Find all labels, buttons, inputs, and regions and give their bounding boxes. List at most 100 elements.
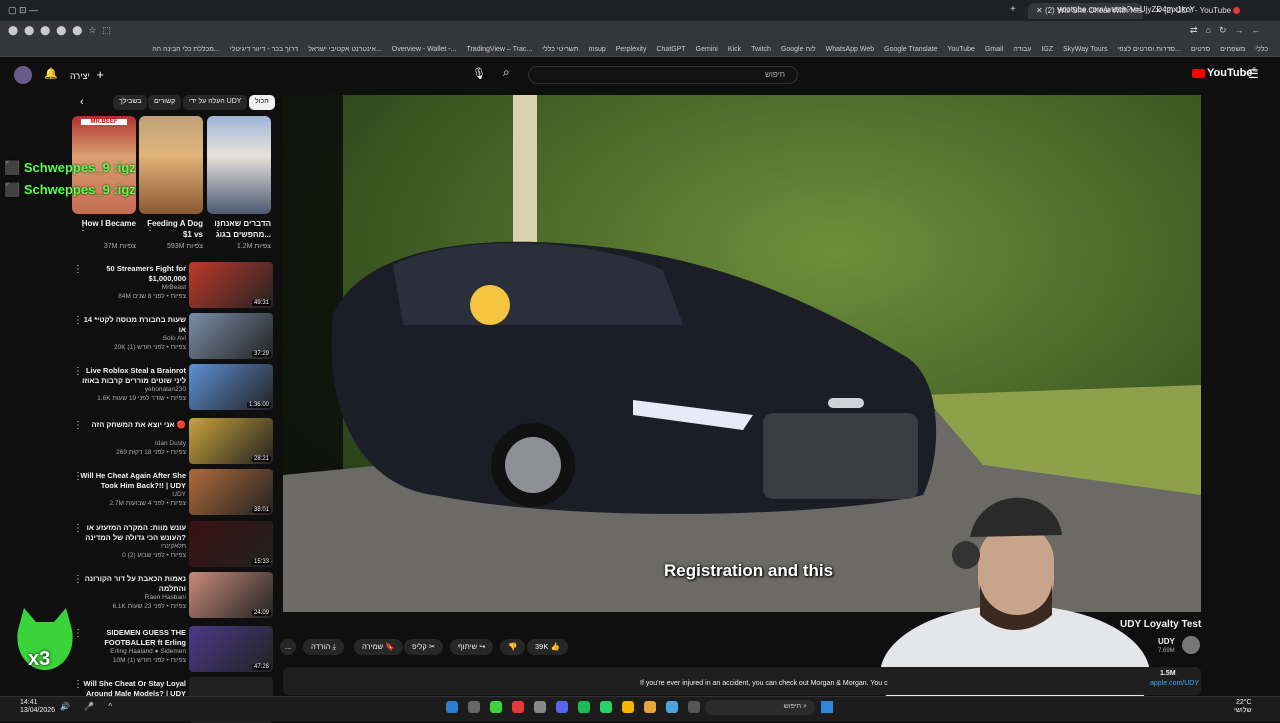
- rec-menu-icon[interactable]: ⋮: [73, 471, 83, 482]
- bookmark-item[interactable]: דרוך בכר - דיוור דיגיטלי: [230, 46, 298, 53]
- chip-related[interactable]: קשורים: [148, 95, 182, 110]
- bookmark-item[interactable]: msup: [589, 46, 606, 53]
- description-link[interactable]: apple.com/UDY: [1150, 680, 1199, 687]
- short-thumbnail[interactable]: [139, 116, 203, 214]
- notifications-bell-icon[interactable]: 🔔: [44, 67, 58, 80]
- tab-close-icon[interactable]: ✕: [1036, 6, 1043, 15]
- rec-thumbnail[interactable]: 49:31: [189, 262, 273, 308]
- bookmark-item[interactable]: Overview - Wallet -...: [392, 46, 457, 53]
- like-button[interactable]: 39K 👍: [527, 639, 568, 655]
- explorer-icon[interactable]: [688, 701, 700, 713]
- rec-menu-icon[interactable]: ⋮: [73, 315, 83, 326]
- bookmark-item[interactable]: ChatGPT: [656, 46, 685, 53]
- calculator-icon[interactable]: [446, 701, 458, 713]
- bookmark-item[interactable]: YouTube: [947, 46, 975, 53]
- chips-left-chevron-icon[interactable]: ‹: [80, 96, 84, 108]
- bookmark-item[interactable]: אינטרנט אקטיבי ישראל...: [308, 46, 382, 53]
- system-tray-icons[interactable]: 🔊 🎤 ^: [60, 702, 118, 711]
- rec-channel[interactable]: Solo Avi: [80, 335, 186, 342]
- rec-title[interactable]: 50 Streamers Fight for $1,000,000: [80, 264, 186, 284]
- rec-title[interactable]: נאמות הכאבת על דור הקורונה והתלמה: [80, 574, 186, 594]
- rec-title[interactable]: 14 שעות בחבורת מנוסה לקטי* או: [80, 315, 186, 335]
- rec-thumbnail[interactable]: 15:33: [189, 521, 273, 567]
- weather-widget[interactable]: 22°C שלושי: [1234, 699, 1252, 715]
- discord-icon[interactable]: [556, 701, 568, 713]
- rec-menu-icon[interactable]: ⋮: [73, 679, 83, 690]
- bookmark-item[interactable]: Google לוח: [781, 46, 816, 53]
- rec-title[interactable]: Will He Cheat Again After She Took Him B…: [80, 471, 186, 491]
- photos-icon[interactable]: [666, 701, 678, 713]
- rec-thumbnail[interactable]: 47:28: [189, 626, 273, 672]
- rec-title[interactable]: עונש מוות: המקרה המזעזע או העונש הכי גדו…: [80, 523, 186, 543]
- settings-icon[interactable]: [468, 701, 480, 713]
- chip-for-you[interactable]: בשבילך: [113, 95, 148, 110]
- rec-channel[interactable]: MrBeast: [80, 284, 186, 291]
- save-button[interactable]: שמירה 🔖: [354, 639, 403, 655]
- search-icon[interactable]: ⌕: [503, 65, 510, 80]
- bookmark-item[interactable]: סדרות וסרטים לצפי...: [1117, 46, 1180, 53]
- rec-menu-icon[interactable]: ⋮: [73, 366, 83, 377]
- menu-icon[interactable]: ☰: [1248, 67, 1259, 81]
- chrome-icon[interactable]: [622, 701, 634, 713]
- chip-from-udy[interactable]: העלה על ידי UDY: [183, 95, 248, 110]
- windows-start-icon[interactable]: [821, 701, 833, 713]
- download-button[interactable]: הורדה ⤓: [303, 639, 344, 655]
- bookmark-item[interactable]: Kick: [728, 46, 741, 53]
- short-thumbnail[interactable]: [207, 116, 271, 214]
- taskbar-search[interactable]: חיפוש ⌕: [705, 700, 815, 715]
- share-button[interactable]: שיתוף ↪: [450, 639, 494, 655]
- rec-menu-icon[interactable]: ⋮: [73, 264, 83, 275]
- bookmark-item[interactable]: SkyWay Tours: [1063, 46, 1107, 53]
- channel-name[interactable]: UDY: [1158, 637, 1175, 646]
- steam-icon[interactable]: [534, 701, 546, 713]
- rec-channel[interactable]: yehonatan230: [80, 386, 186, 393]
- nav-buttons[interactable]: ⇄⌂↻→←: [1190, 25, 1269, 36]
- short-menu-icon[interactable]: ⋮: [213, 222, 223, 233]
- dislike-button[interactable]: 👎: [500, 639, 526, 655]
- rec-thumbnail[interactable]: 1:36:00: [189, 364, 273, 410]
- bookmark-item[interactable]: TradingView – Trac...: [466, 46, 532, 53]
- bookmark-item[interactable]: מכללת כלי הבינה הה...: [152, 46, 220, 53]
- bookmark-item[interactable]: תשריטי כללי: [542, 46, 578, 53]
- short-menu-icon[interactable]: ⋮: [78, 222, 88, 233]
- bookmark-item[interactable]: עבודה: [1013, 46, 1031, 53]
- search-input[interactable]: חיפוש: [528, 66, 798, 84]
- bookmark-item[interactable]: WhatsApp Web: [826, 46, 875, 53]
- rec-title[interactable]: SIDEMEN GUESS THE FOOTBALLER ft Erling H…: [80, 628, 186, 648]
- whatsapp-icon[interactable]: [600, 701, 612, 713]
- rec-title[interactable]: אני יוצא את המשחק הזה 🔴: [80, 420, 186, 430]
- rec-thumbnail[interactable]: 28:21: [189, 418, 273, 464]
- more-actions-button[interactable]: ...: [280, 639, 297, 655]
- url-field[interactable]: youtube.com/watch?v=UjyZD4mx1kcY: [1058, 5, 1195, 14]
- avatar[interactable]: [14, 66, 32, 84]
- bookmark-item[interactable]: IGZ: [1041, 46, 1053, 53]
- spotify-icon[interactable]: [578, 701, 590, 713]
- rec-thumbnail[interactable]: 37:29: [189, 313, 273, 359]
- rec-channel[interactable]: Raen Hasbani: [80, 594, 186, 601]
- channel-avatar[interactable]: [1182, 636, 1200, 654]
- rec-channel[interactable]: תלאקינרו: [80, 543, 186, 550]
- bookmark-item[interactable]: Gmail: [985, 46, 1003, 53]
- clip-button[interactable]: קליפ ✂: [404, 639, 444, 655]
- rec-menu-icon[interactable]: ⋮: [73, 574, 83, 585]
- chip-all[interactable]: הכול: [249, 95, 275, 110]
- voice-search-icon[interactable]: 🎙: [472, 67, 486, 80]
- rec-thumbnail[interactable]: 24:09: [189, 572, 273, 618]
- rec-channel[interactable]: UDY: [80, 491, 186, 498]
- record-icon[interactable]: [512, 701, 524, 713]
- folder-icon[interactable]: [644, 701, 656, 713]
- bookmark-item[interactable]: Google Translate: [884, 46, 937, 53]
- bookmark-item[interactable]: משפחים: [1220, 46, 1245, 53]
- play-icon[interactable]: [490, 701, 502, 713]
- rec-title[interactable]: Live Roblox Steal a Brainrot ליני שוטים …: [80, 366, 186, 386]
- taskbar-clock[interactable]: 14:41 13/04/2026: [20, 699, 55, 715]
- new-tab-button[interactable]: +: [1010, 4, 1016, 15]
- rec-channel[interactable]: Erling Haaland ● Sidemen: [80, 648, 186, 655]
- bookmark-item[interactable]: Twitch: [751, 46, 771, 53]
- bookmark-item[interactable]: כללי: [1255, 46, 1268, 53]
- bookmark-item[interactable]: Gemini: [696, 46, 718, 53]
- extensions-toolbar[interactable]: ⬤⬤⬤⬤⬤☆⬚: [8, 25, 117, 36]
- bookmark-item[interactable]: סרטים: [1191, 46, 1210, 53]
- window-menu-icon[interactable]: ▢ ⊡ —: [8, 5, 38, 16]
- rec-menu-icon[interactable]: ⋮: [73, 420, 83, 431]
